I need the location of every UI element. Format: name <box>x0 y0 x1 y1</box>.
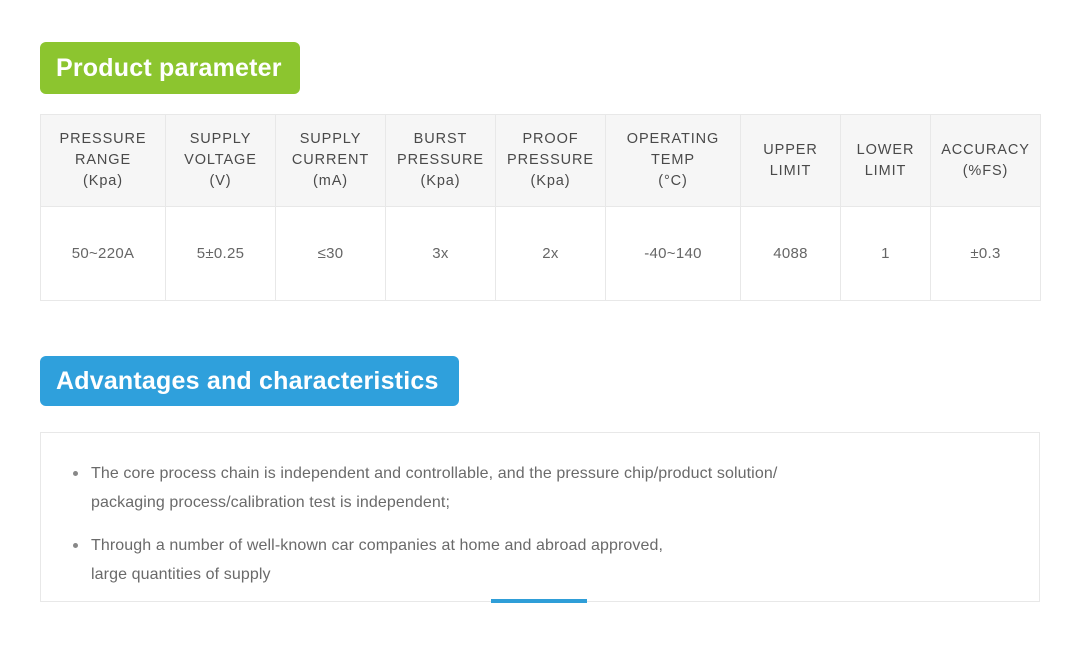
column-header-burst-pressure: BURST PRESSURE (Kpa) <box>385 114 496 207</box>
parameter-table-body: 50~220A 5±0.25 ≤30 3x 2x -40~140 4088 1 … <box>40 206 1041 301</box>
column-header-operating-temp: OPERATING TEMP (°C) <box>605 114 741 207</box>
bullet-icon <box>73 471 78 476</box>
list-item: Through a number of well-known car compa… <box>71 531 1009 589</box>
cell-proof-pressure: 2x <box>495 206 606 301</box>
accent-underline-bar <box>491 599 587 603</box>
parameter-table-head: PRESSURE RANGE (Kpa) SUPPLY VOLTAGE (V) … <box>40 114 1041 207</box>
section-heading-advantages-label: Advantages and characteristics <box>56 366 439 395</box>
column-header-accuracy: ACCURACY (%FS) <box>930 114 1041 207</box>
list-item: The core process chain is independent an… <box>71 459 1009 517</box>
cell-operating-temp: -40~140 <box>605 206 741 301</box>
table-row: 50~220A 5±0.25 ≤30 3x 2x -40~140 4088 1 … <box>40 206 1041 301</box>
column-header-supply-current: SUPPLY CURRENT (mA) <box>275 114 386 207</box>
product-spec-page: Product parameter PRESSURE RANGE (Kpa) S… <box>0 0 1080 661</box>
advantages-list: The core process chain is independent an… <box>41 433 1039 589</box>
column-header-upper-limit: UPPER LIMIT <box>740 114 841 207</box>
section-heading-product-parameter: Product parameter <box>40 42 300 94</box>
bullet-icon <box>73 543 78 548</box>
column-header-proof-pressure: PROOF PRESSURE (Kpa) <box>495 114 606 207</box>
column-header-lower-limit: LOWER LIMIT <box>840 114 931 207</box>
cell-upper-limit: 4088 <box>740 206 841 301</box>
cell-supply-current: ≤30 <box>275 206 386 301</box>
column-header-pressure-range: PRESSURE RANGE (Kpa) <box>40 114 166 207</box>
advantages-card: The core process chain is independent an… <box>40 432 1040 603</box>
cell-lower-limit: 1 <box>840 206 931 301</box>
section-heading-advantages: Advantages and characteristics <box>40 356 459 406</box>
cell-burst-pressure: 3x <box>385 206 496 301</box>
parameter-table-container: PRESSURE RANGE (Kpa) SUPPLY VOLTAGE (V) … <box>40 114 1041 301</box>
cell-pressure-range: 50~220A <box>40 206 166 301</box>
cell-supply-voltage: 5±0.25 <box>165 206 276 301</box>
cell-accuracy: ±0.3 <box>930 206 1041 301</box>
parameter-table: PRESSURE RANGE (Kpa) SUPPLY VOLTAGE (V) … <box>40 114 1041 301</box>
table-header-row: PRESSURE RANGE (Kpa) SUPPLY VOLTAGE (V) … <box>40 114 1041 207</box>
section-heading-product-parameter-label: Product parameter <box>56 53 282 82</box>
column-header-supply-voltage: SUPPLY VOLTAGE (V) <box>165 114 276 207</box>
